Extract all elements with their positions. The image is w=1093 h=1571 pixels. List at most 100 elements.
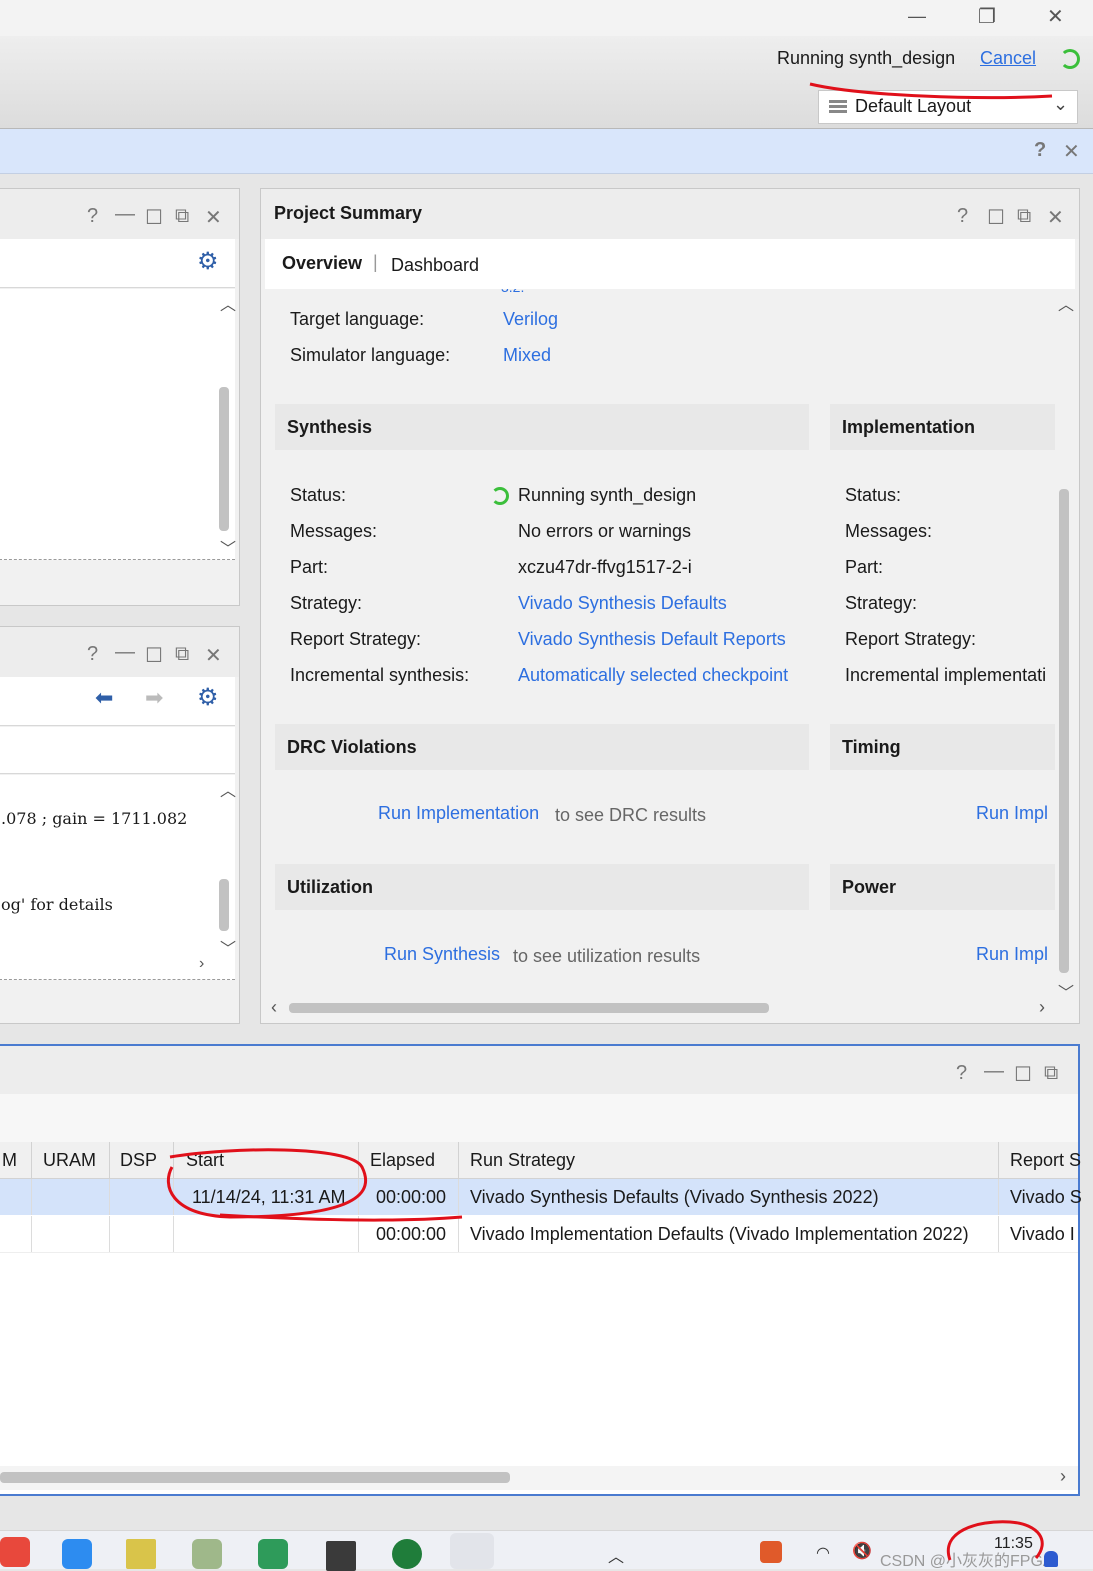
- properties-toolbar: ⬅ ➡ ⚙: [0, 677, 235, 726]
- app-icon[interactable]: [126, 1539, 156, 1569]
- field-label: Part:: [290, 557, 329, 577]
- scroll-up-icon[interactable]: ︿: [220, 777, 236, 801]
- scrollbar-thumb[interactable]: [1059, 489, 1069, 973]
- timing-heading: Timing: [830, 724, 1055, 770]
- utilization-heading: Utilization: [275, 864, 809, 910]
- help-button[interactable]: ?: [956, 1062, 967, 1085]
- project-summary-header: Project Summary ? ☐ ⧉ ✕: [261, 189, 1079, 239]
- help-button[interactable]: ?: [1034, 139, 1046, 162]
- scrollbar-thumb[interactable]: [0, 1472, 510, 1483]
- incremental-synthesis-link[interactable]: Automatically selected checkpoint: [518, 665, 788, 686]
- field-label: Strategy:: [845, 593, 918, 613]
- horizontal-scrollbar[interactable]: ›: [0, 1466, 1078, 1490]
- annotation-circle: [167, 1148, 463, 1222]
- scroll-right-icon[interactable]: ›: [199, 955, 204, 973]
- float-button[interactable]: ⧉: [1044, 1062, 1058, 1085]
- sources-tree: ︿ ﹀: [0, 289, 236, 560]
- app-icon[interactable]: [326, 1541, 356, 1571]
- volume-muted-icon[interactable]: 🔇: [852, 1541, 872, 1561]
- simulator-language-link[interactable]: Mixed: [503, 345, 551, 366]
- target-language-link[interactable]: Verilog: [503, 309, 558, 330]
- scrollbar-thumb[interactable]: [289, 1003, 769, 1013]
- scroll-down-icon[interactable]: ﹀: [220, 535, 236, 559]
- help-button[interactable]: ?: [957, 205, 968, 228]
- scroll-left-icon[interactable]: ‹: [271, 997, 277, 1018]
- scroll-right-icon[interactable]: ›: [1060, 1466, 1066, 1487]
- field-label: Incremental synthesis:: [290, 665, 470, 685]
- tab-overview[interactable]: Overview: [282, 253, 362, 274]
- tray-app-icon[interactable]: [760, 1541, 782, 1563]
- cancel-run-link[interactable]: Cancel: [980, 48, 1036, 69]
- help-button[interactable]: ?: [87, 643, 98, 666]
- gear-icon[interactable]: ⚙: [197, 683, 219, 712]
- scroll-up-icon[interactable]: ︿: [220, 291, 236, 315]
- back-arrow-icon[interactable]: ⬅: [95, 685, 113, 711]
- run-implementation-link[interactable]: Run Implementation: [378, 803, 539, 824]
- synthesis-messages-value: No errors or warnings: [518, 521, 692, 541]
- sources-panel: ? — ☐ ⧉ ✕ ⚙ ︿ ﹀: [0, 188, 240, 606]
- scroll-right-icon[interactable]: ›: [1039, 997, 1045, 1018]
- app-icon[interactable]: [0, 1537, 30, 1567]
- design-runs-header: ? — ☐ ⧉: [0, 1046, 1078, 1094]
- properties-filler: [0, 727, 235, 774]
- properties-panel-header: ? — ☐ ⧉ ✕: [0, 627, 239, 677]
- report-strategy-link[interactable]: Vivado Synthesis Default Reports: [518, 629, 786, 650]
- maximize-button[interactable]: ☐: [145, 205, 163, 230]
- scroll-up-icon[interactable]: ︿: [1058, 291, 1074, 315]
- app-icon[interactable]: [192, 1539, 222, 1569]
- gear-icon[interactable]: ⚙: [197, 247, 219, 276]
- close-window-button[interactable]: ✕: [1047, 4, 1064, 29]
- run-synthesis-link[interactable]: Run Synthesis: [384, 944, 500, 965]
- field-label: Status:: [290, 485, 347, 505]
- column-header[interactable]: M: [2, 1150, 17, 1171]
- scroll-down-icon[interactable]: ﹀: [1058, 979, 1074, 1003]
- scroll-down-icon[interactable]: ﹀: [220, 935, 236, 959]
- tab-dashboard[interactable]: Dashboard: [391, 255, 479, 276]
- column-header[interactable]: Report S: [1010, 1150, 1081, 1171]
- column-header[interactable]: Run Strategy: [470, 1150, 575, 1171]
- synthesis-strategy-link[interactable]: Vivado Synthesis Defaults: [518, 593, 727, 614]
- minimize-button[interactable]: —: [115, 203, 135, 226]
- forward-arrow-icon[interactable]: ➡: [145, 685, 163, 711]
- synthesis-part-value: xczu47dr-ffvg1517-2-i: [518, 557, 692, 577]
- app-icon[interactable]: [258, 1539, 288, 1569]
- field-label: Status:: [845, 485, 902, 505]
- field-label: Report Strategy:: [845, 629, 977, 649]
- maximize-button[interactable]: ☐: [1014, 1062, 1032, 1087]
- minimize-button[interactable]: —: [115, 641, 135, 664]
- scrollbar-thumb[interactable]: [219, 879, 229, 931]
- column-header[interactable]: URAM: [43, 1150, 96, 1171]
- app-icon[interactable]: [62, 1539, 92, 1569]
- column-divider: [998, 1142, 999, 1178]
- close-button[interactable]: ✕: [205, 205, 222, 230]
- float-button[interactable]: ⧉: [1017, 205, 1031, 228]
- close-button[interactable]: ✕: [205, 643, 222, 668]
- restore-button[interactable]: ❐: [978, 4, 996, 29]
- close-panel-button[interactable]: ✕: [1063, 139, 1080, 164]
- close-button[interactable]: ✕: [1047, 205, 1064, 230]
- scrollbar-thumb[interactable]: [219, 387, 229, 531]
- run-strategy-cell: Vivado Synthesis Defaults (Vivado Synthe…: [470, 1187, 879, 1207]
- tray-chevron-icon[interactable]: ︿: [608, 1543, 624, 1567]
- run-implementation-link[interactable]: Run Impl: [976, 944, 1048, 965]
- help-button[interactable]: ?: [87, 205, 98, 228]
- maximize-button[interactable]: ☐: [987, 205, 1005, 230]
- run-implementation-link[interactable]: Run Impl: [976, 803, 1048, 824]
- maximize-button[interactable]: ☐: [145, 643, 163, 668]
- horizontal-scrollbar[interactable]: ‹ ›: [265, 997, 1055, 1019]
- synthesis-heading: Synthesis: [275, 404, 809, 450]
- annotation-underline: [809, 82, 1053, 99]
- field-label: Messages:: [290, 521, 378, 541]
- implementation-heading: Implementation: [830, 404, 1055, 450]
- minimize-button[interactable]: —: [984, 1060, 1004, 1083]
- float-button[interactable]: ⧉: [175, 205, 189, 228]
- float-button[interactable]: ⧉: [175, 643, 189, 666]
- minimize-button[interactable]: —: [908, 6, 926, 27]
- run-strategy-cell: Vivado Implementation Defaults (Vivado I…: [470, 1224, 969, 1244]
- field-label: Incremental implementati: [845, 665, 1047, 685]
- app-icon[interactable]: [392, 1539, 422, 1569]
- wifi-icon[interactable]: ◠: [816, 1543, 830, 1563]
- column-divider: [109, 1142, 110, 1178]
- spinner-icon: [491, 487, 509, 505]
- vivado-taskbar-icon[interactable]: [450, 1533, 494, 1569]
